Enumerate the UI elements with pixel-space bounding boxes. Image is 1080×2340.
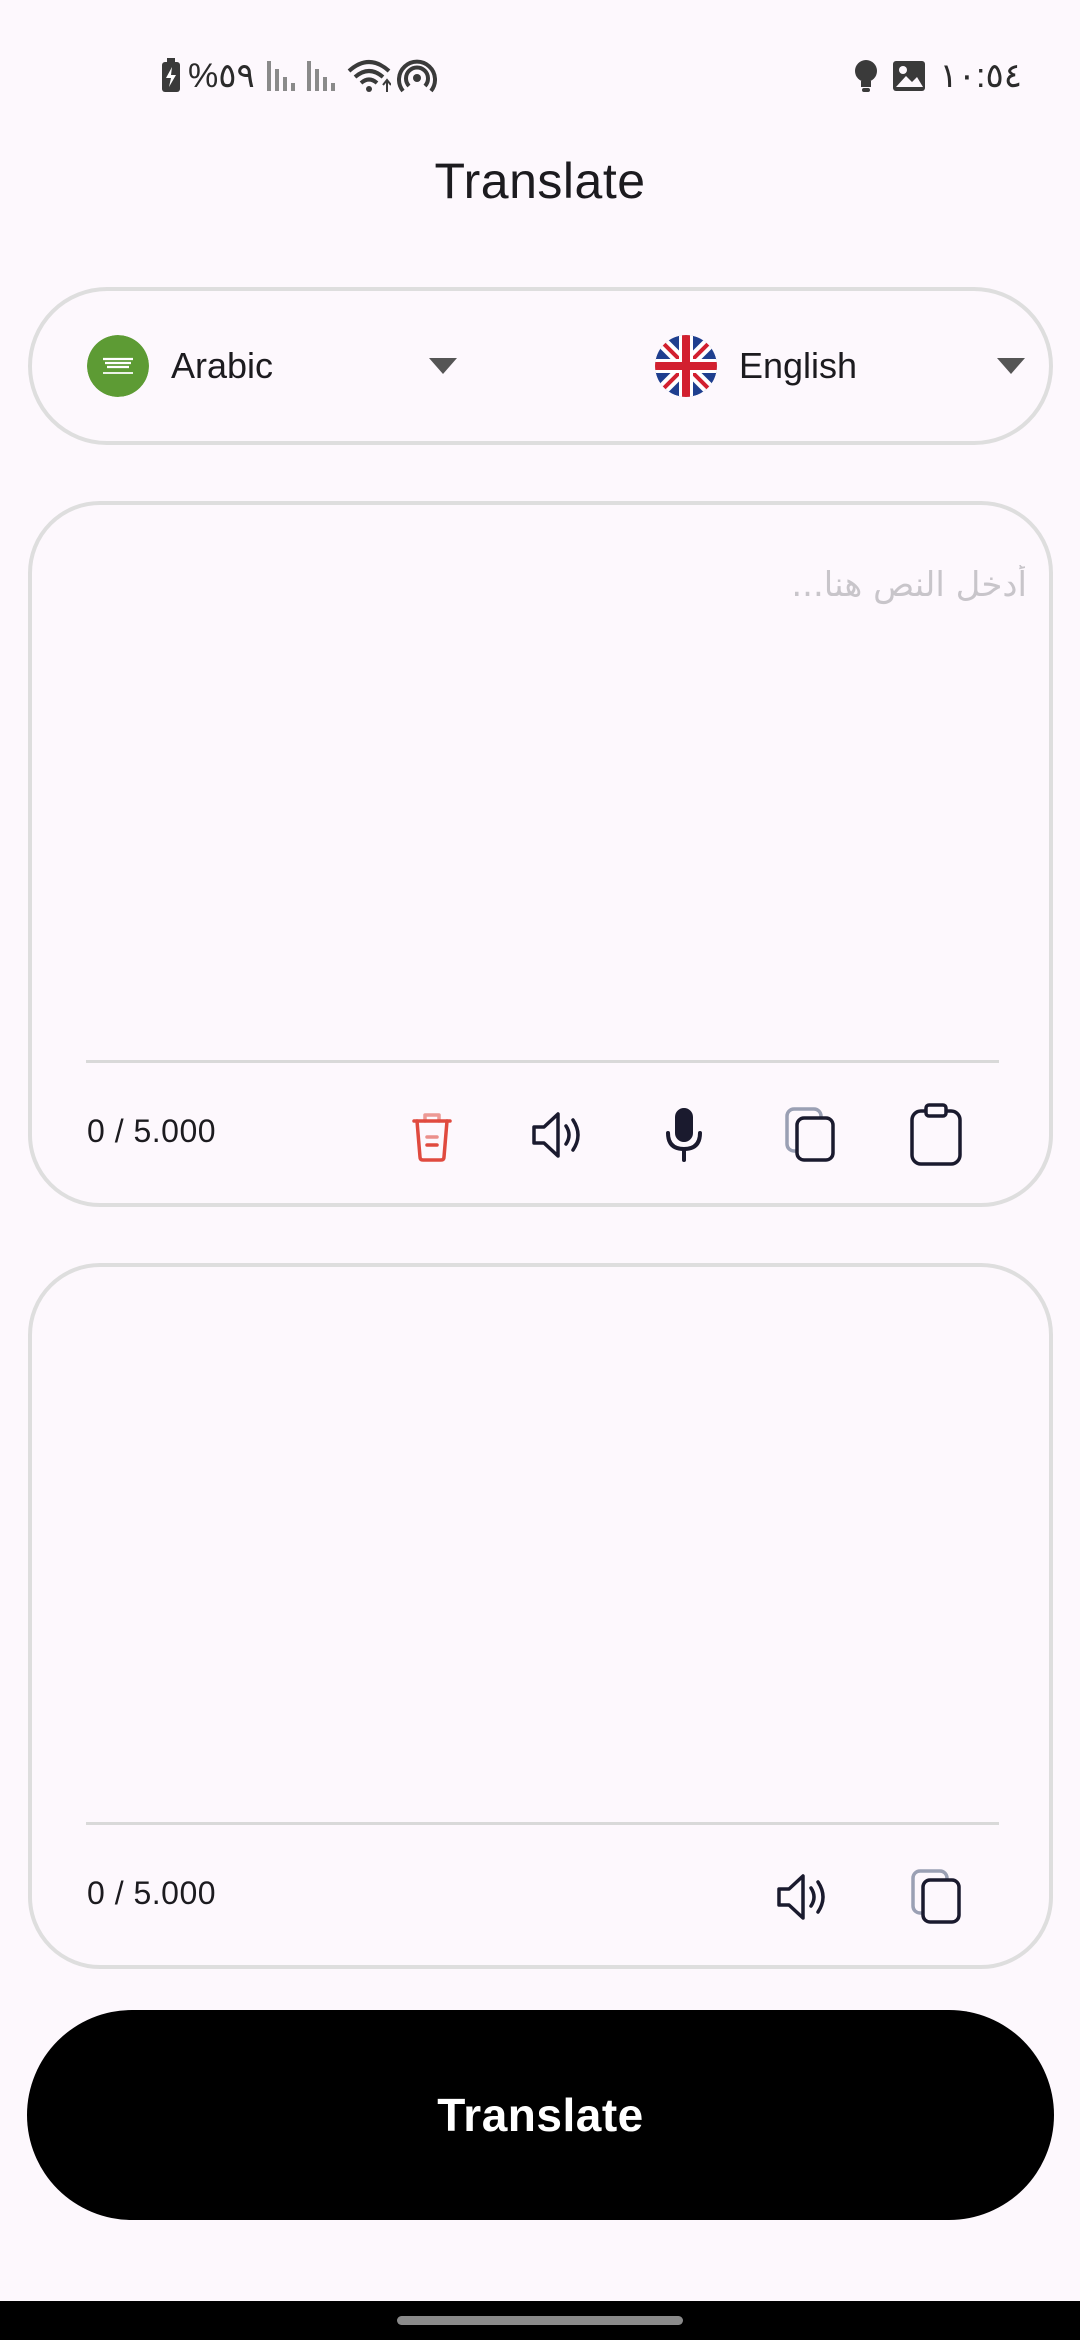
page-title: Translate [434, 153, 646, 209]
microphone-button[interactable] [650, 1103, 718, 1171]
paste-button[interactable] [902, 1102, 970, 1172]
saudi-flag-icon [87, 335, 149, 397]
speaker-icon [530, 1109, 586, 1166]
signal-icon [306, 61, 341, 91]
speaker-icon [775, 1871, 831, 1928]
translation-output-panel: 0 / 5.000 [28, 1263, 1053, 1969]
copy-icon [909, 1868, 963, 1931]
divider [86, 1822, 999, 1825]
source-language-dropdown[interactable]: Arabic [87, 291, 457, 441]
speak-source-button[interactable] [524, 1103, 592, 1171]
copy-icon [783, 1106, 837, 1169]
translate-screen: %٥٩ ١٠:٥٤ Translate Arabic English أدخل … [0, 0, 1080, 2340]
copy-source-button[interactable] [776, 1103, 844, 1171]
hotspot-icon [396, 58, 437, 94]
target-char-counter: 0 / 5.000 [87, 1875, 217, 1911]
clock: ١٠:٥٤ [939, 57, 1022, 95]
translation-output [72, 1327, 1009, 1707]
chevron-down-icon [429, 358, 457, 374]
source-text-panel: 0 / 5.000 [28, 501, 1053, 1207]
battery-percentage: %٥٩ [188, 57, 255, 95]
translate-button[interactable]: Translate [27, 2010, 1054, 2220]
status-right: ١٠:٥٤ [854, 54, 1023, 98]
home-indicator[interactable] [397, 2316, 683, 2325]
wifi-icon [347, 59, 391, 93]
trash-icon [406, 1107, 458, 1168]
clear-button[interactable] [398, 1103, 466, 1171]
signal-icon [266, 61, 301, 91]
chevron-down-icon [997, 358, 1025, 374]
navigation-bar [0, 2301, 1080, 2340]
charging-battery-icon [160, 58, 182, 94]
source-text-input[interactable] [72, 565, 1027, 945]
microphone-icon [662, 1107, 706, 1168]
target-language-label: English [739, 345, 858, 386]
target-language-dropdown[interactable]: English [655, 291, 1025, 441]
status-bar: %٥٩ ١٠:٥٤ [0, 40, 1080, 110]
language-selector: Arabic English [28, 287, 1053, 445]
paste-icon [908, 1102, 964, 1172]
status-left: %٥٩ [160, 54, 437, 98]
copy-translation-button[interactable] [902, 1865, 970, 1933]
speak-translation-button[interactable] [769, 1865, 837, 1933]
source-language-label: Arabic [171, 345, 274, 386]
gallery-icon [892, 60, 926, 92]
bulb-icon [854, 59, 878, 93]
uk-flag-icon [655, 335, 717, 397]
source-char-counter: 0 / 5.000 [87, 1113, 217, 1149]
divider [86, 1060, 999, 1063]
